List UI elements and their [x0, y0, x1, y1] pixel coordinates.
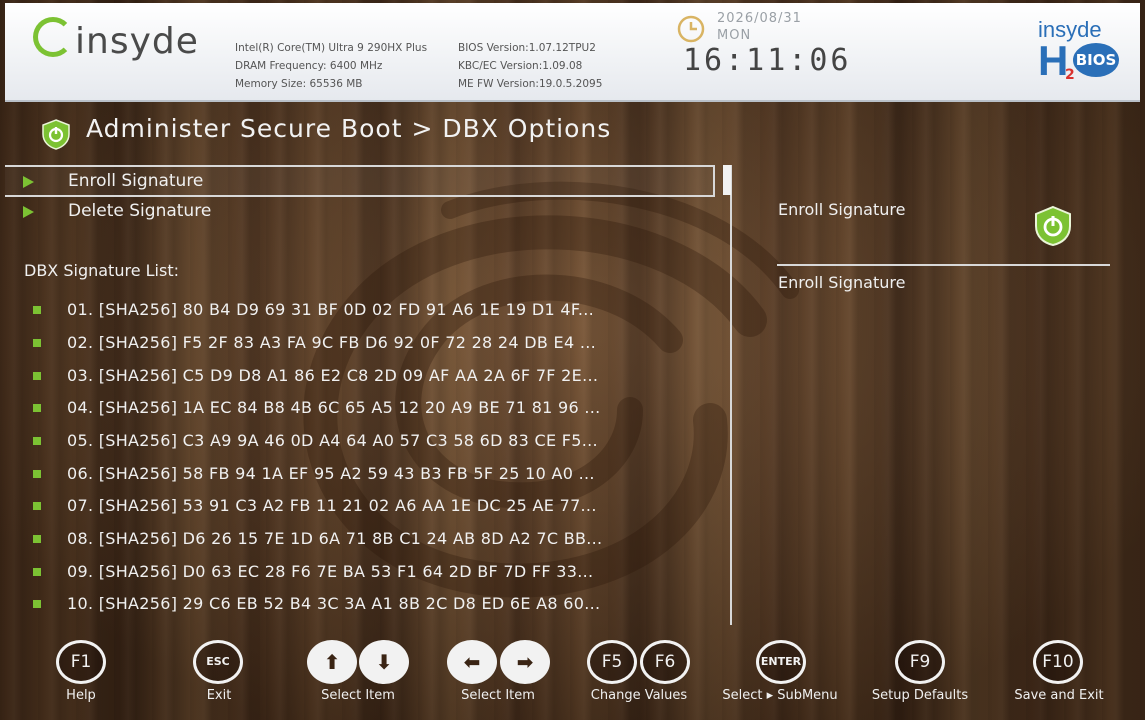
scrollbar-thumb[interactable]	[723, 165, 731, 195]
page-title: Administer Secure Boot > DBX Options	[86, 114, 612, 143]
signature-row[interactable]: 09. [SHA256] D0 63 EC 28 F6 7E BA 53 F1 …	[30, 558, 720, 588]
signature-row[interactable]: 07. [SHA256] 53 91 C3 A2 FB 11 21 02 A6 …	[30, 492, 720, 522]
f6-key-button[interactable]: F6	[640, 640, 690, 684]
signature-text: 08. [SHA256] D6 26 15 7E 1D 6A 71 8B C1 …	[67, 529, 603, 548]
signature-text: 09. [SHA256] D0 63 EC 28 F6 7E BA 53 F1 …	[67, 562, 594, 581]
kbc-version: KBC/EC Version:1.09.08	[458, 60, 583, 72]
panel-divider	[730, 165, 732, 625]
submenu-arrow-icon	[23, 206, 34, 218]
bullet-icon	[33, 535, 41, 543]
enter-key-button[interactable]: ENTER	[756, 640, 806, 684]
down-arrow-key-button[interactable]: ⬇	[359, 640, 409, 684]
right-arrow-key-button[interactable]: ➡	[500, 640, 550, 684]
clock-icon	[677, 15, 705, 43]
arrow-right-icon: ➡	[516, 650, 534, 674]
signature-text: 05. [SHA256] C3 A9 9A 46 0D A4 64 A0 57 …	[67, 431, 598, 450]
help-separator	[777, 264, 1110, 266]
setup-defaults-label: Setup Defaults	[871, 688, 969, 703]
insyde-h2o-bios-logo: insyde H 2 BIOS	[1035, 17, 1130, 87]
signature-text: 07. [SHA256] 53 91 C3 A2 FB 11 21 02 A6 …	[67, 496, 597, 515]
submenu-arrow-icon	[23, 176, 34, 188]
insyde-ring-icon	[33, 17, 73, 57]
f1-key-button[interactable]: F1	[56, 640, 106, 684]
bullet-icon	[33, 339, 41, 347]
help-title: Enroll Signature	[778, 200, 906, 219]
signature-text: 10. [SHA256] 29 C6 EB 52 B4 3C 3A A1 8B …	[67, 594, 601, 613]
signature-row[interactable]: 01. [SHA256] 80 B4 D9 69 31 BF 0D 02 FD …	[30, 296, 720, 326]
up-arrow-key-button[interactable]: ⬆	[307, 640, 357, 684]
dram-info: DRAM Frequency: 6400 MHz	[235, 60, 383, 72]
left-arrow-key-button[interactable]: ⬅	[447, 640, 497, 684]
me-version: ME FW Version:19.0.5.2095	[458, 78, 603, 90]
signature-row[interactable]: 08. [SHA256] D6 26 15 7E 1D 6A 71 8B C1 …	[30, 525, 720, 555]
bullet-icon	[33, 437, 41, 445]
signature-row[interactable]: 10. [SHA256] 29 C6 EB 52 B4 3C 3A A1 8B …	[30, 590, 720, 620]
dbx-list-heading: DBX Signature List:	[24, 261, 179, 280]
bios-version: BIOS Version:1.07.12TPU2	[458, 42, 596, 54]
select-item-label: Select Item	[461, 688, 535, 703]
signature-row[interactable]: 05. [SHA256] C3 A9 9A 46 0D A4 64 A0 57 …	[30, 427, 720, 457]
insyde-logo: insyde	[33, 17, 199, 62]
arrow-down-icon: ⬇	[375, 650, 393, 674]
esc-key-button[interactable]: ESC	[193, 640, 243, 684]
select-item-label: Select Item	[321, 688, 395, 703]
signature-text: 04. [SHA256] 1A EC 84 B8 4B 6C 65 A5 12 …	[67, 398, 601, 417]
signature-row[interactable]: 03. [SHA256] C5 D9 D8 A1 86 E2 C8 2D 09 …	[30, 362, 720, 392]
firmware-info: BIOS Version:1.07.12TPU2 KBC/EC Version:…	[458, 39, 602, 93]
signature-text: 01. [SHA256] 80 B4 D9 69 31 BF 0D 02 FD …	[67, 300, 594, 319]
date-display[interactable]: 2026/08/31	[717, 11, 802, 26]
signature-row[interactable]: 04. [SHA256] 1A EC 84 B8 4B 6C 65 A5 12 …	[30, 394, 720, 424]
menu-item-enroll-signature[interactable]: Enroll Signature	[5, 165, 715, 197]
bullet-icon	[33, 404, 41, 412]
cpu-info: Intel(R) Core(TM) Ultra 9 290HX Plus	[235, 42, 428, 54]
save-exit-label: Save and Exit	[1014, 688, 1104, 703]
secure-boot-shield-icon	[42, 119, 70, 150]
f9-key-button[interactable]: F9	[895, 640, 945, 684]
menu-item-label: Enroll Signature	[68, 171, 204, 191]
bullet-icon	[33, 502, 41, 510]
logo-text: insyde	[75, 21, 199, 62]
bullet-icon	[33, 600, 41, 608]
signature-text: 06. [SHA256] 58 FB 94 1A EF 95 A2 59 43 …	[67, 464, 595, 483]
menu-item-delete-signature[interactable]: Delete Signature	[5, 197, 715, 229]
day-display: MON	[717, 28, 752, 43]
time-display[interactable]: 16:11:06	[683, 43, 852, 78]
arrow-left-icon: ⬅	[463, 650, 481, 674]
arrow-up-icon: ⬆	[323, 650, 341, 674]
bullet-icon	[33, 568, 41, 576]
menu-item-label: Delete Signature	[68, 201, 212, 221]
f5-key-button[interactable]: F5	[587, 640, 637, 684]
bullet-icon	[33, 470, 41, 478]
change-values-label: Change Values	[590, 688, 688, 703]
signature-row[interactable]: 06. [SHA256] 58 FB 94 1A EF 95 A2 59 43 …	[30, 460, 720, 490]
brand-h-text: H	[1038, 37, 1069, 84]
signature-text: 02. [SHA256] F5 2F 83 A3 FA 9C FB D6 92 …	[67, 333, 596, 352]
memory-info: Memory Size: 65536 MB	[235, 78, 363, 90]
bios-header: insyde Intel(R) Core(TM) Ultra 9 290HX P…	[5, 3, 1140, 102]
brand-bios-badge: BIOS	[1073, 43, 1119, 77]
help-key-label: Help	[66, 688, 96, 703]
secure-boot-shield-icon	[1035, 205, 1071, 247]
help-description: Enroll Signature	[778, 273, 906, 292]
select-submenu-label: Select ▸ SubMenu	[722, 688, 838, 703]
bullet-icon	[33, 306, 41, 314]
system-info: Intel(R) Core(TM) Ultra 9 290HX Plus DRA…	[235, 39, 427, 93]
f10-key-button[interactable]: F10	[1033, 640, 1083, 684]
signature-row[interactable]: 02. [SHA256] F5 2F 83 A3 FA 9C FB D6 92 …	[30, 329, 720, 359]
brand-subscript: 2	[1065, 67, 1075, 83]
signature-text: 03. [SHA256] C5 D9 D8 A1 86 E2 C8 2D 09 …	[67, 366, 599, 385]
exit-key-label: Exit	[206, 688, 232, 703]
bullet-icon	[33, 372, 41, 380]
